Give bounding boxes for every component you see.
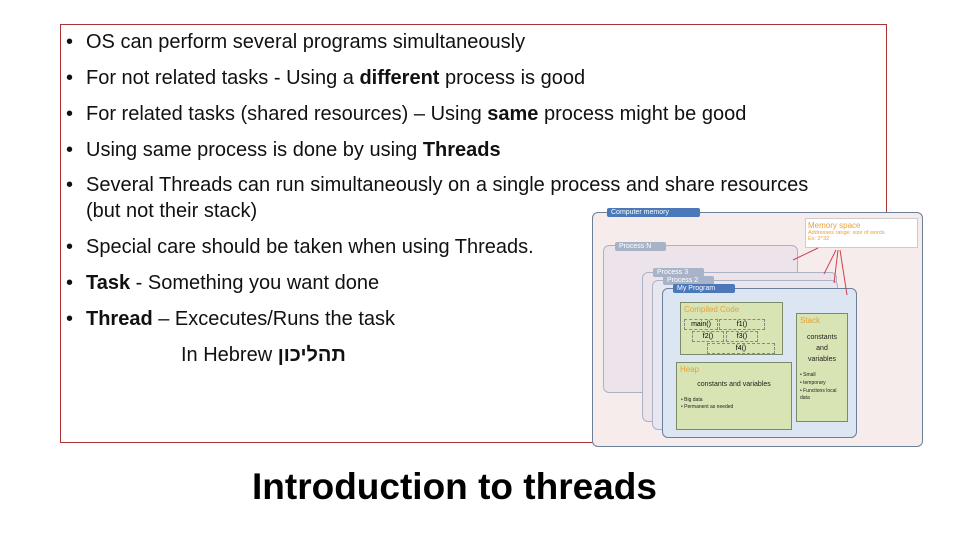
arrow <box>823 249 837 275</box>
memory-arrows <box>792 247 848 296</box>
arrow <box>839 249 848 296</box>
arrow <box>833 249 839 284</box>
arrow <box>792 247 819 261</box>
